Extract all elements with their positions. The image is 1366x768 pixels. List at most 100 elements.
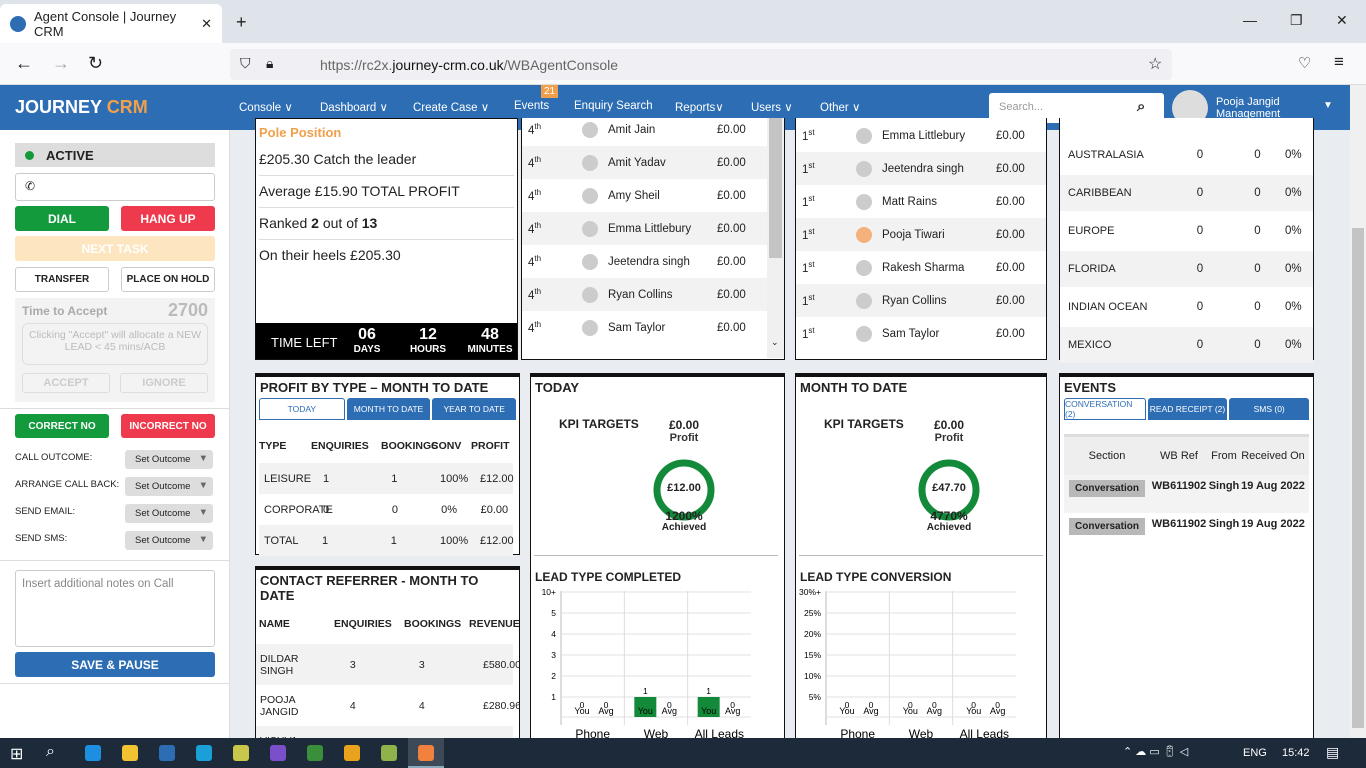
leaderboard-row[interactable]: 4th Jeetendra singh £0.00	[522, 245, 767, 278]
taskbar-app-icon[interactable]	[344, 745, 360, 761]
ignore-button[interactable]: IGNORE	[120, 373, 208, 393]
tab-2[interactable]: YEAR TO DATE	[432, 398, 517, 420]
rank: 1st	[802, 161, 815, 176]
user-info[interactable]: Pooja Jangid Management	[1216, 96, 1280, 120]
tray-icons[interactable]: ⌃ ☁ ▭ 🔋︎ ◁	[1123, 745, 1188, 758]
nav-item-6[interactable]: Users ∨	[751, 100, 793, 114]
nav-item-0[interactable]: Console ∨	[239, 100, 293, 114]
notifications-icon[interactable]: ▤	[1326, 744, 1339, 761]
received-on: 19 Aug 2022	[1241, 518, 1305, 530]
agent-name: Ryan Collins	[608, 288, 673, 301]
forward-icon[interactable]: →	[52, 53, 70, 74]
accept-button[interactable]: ACCEPT	[22, 373, 110, 393]
set-outcome-dropdown[interactable]: Set Outcome ▼	[125, 504, 213, 523]
back-icon[interactable]: ←	[15, 53, 33, 74]
close-window-icon[interactable]: ✕	[1336, 12, 1348, 29]
dial-button[interactable]: DIAL	[15, 206, 109, 231]
events-tab-2[interactable]: SMS (0)	[1229, 398, 1310, 420]
minimize-icon[interactable]: —	[1243, 12, 1257, 28]
taskbar-app-icon[interactable]	[196, 745, 212, 761]
leaderboard-row[interactable]: 4th Amit Yadav £0.00	[522, 146, 767, 179]
lock-icon[interactable]: 🔒︎	[266, 55, 273, 72]
nav-item-3[interactable]: Events	[514, 100, 549, 112]
leaderboard-row[interactable]: 1st Jeetendra singh £0.00	[796, 152, 1046, 185]
nav-item-7[interactable]: Other ∨	[820, 100, 860, 114]
reload-icon[interactable]: ↻	[88, 53, 103, 74]
tab-0[interactable]: TODAY	[259, 398, 345, 420]
leaderboard-scrollbar[interactable]: ⌄	[767, 118, 784, 358]
search-icon[interactable]: ⌕	[46, 743, 55, 761]
set-outcome-dropdown[interactable]: Set Outcome ▼	[125, 477, 213, 496]
tab-1[interactable]: MONTH TO DATE	[346, 398, 431, 420]
leaderboard-row[interactable]: 4th Sam Taylor £0.00	[522, 311, 767, 344]
leaderboard-row[interactable]: 1st Sam Taylor £0.00	[796, 317, 1046, 350]
leaderboard-row[interactable]: 1st Ryan Collins £0.00	[796, 284, 1046, 317]
events-tab-1[interactable]: READ RECEIPT (2)	[1147, 398, 1228, 420]
call-notes-textarea[interactable]: Insert additional notes on Call	[15, 570, 215, 647]
set-outcome-dropdown[interactable]: Set Outcome ▼	[125, 531, 213, 550]
incorrect-number-button[interactable]: INCORRECT NO	[121, 414, 215, 438]
url-bar[interactable]: https://rc2x. journey-crm.co.uk/WBAgentCo…	[230, 49, 1172, 80]
y-tick-label: 30%+	[799, 587, 821, 597]
rank: 4th	[528, 188, 542, 203]
nav-item-2[interactable]: Create Case ∨	[413, 100, 489, 114]
user-dropdown-icon[interactable]: ▼	[1323, 100, 1333, 111]
logo[interactable]: JOURNEY CRM	[15, 97, 148, 118]
taskbar-app-icon[interactable]	[233, 745, 249, 761]
leaderboard-row[interactable]: 4th Ryan Collins £0.00	[522, 278, 767, 311]
accept-panel: Time to Accept 2700 Clicking "Accept" wi…	[15, 298, 215, 402]
taskbar-app-icon[interactable]	[85, 745, 101, 761]
leaderboard-row[interactable]: 1st Emma Littlebury £0.00	[796, 119, 1046, 152]
taskbar-app-icon[interactable]	[159, 745, 175, 761]
new-tab-button[interactable]: +	[236, 12, 247, 33]
leaderboard-row[interactable]: 4th Amit Jain £0.00	[522, 118, 767, 146]
status-dot-icon	[25, 150, 34, 160]
dropdown-arrow-icon: ▼	[198, 507, 208, 518]
event-row[interactable]: Conversation WB611902 Singh 19 Aug 2022	[1064, 475, 1309, 513]
bookmark-star-icon[interactable]: ☆	[1148, 54, 1162, 74]
nav-item-5[interactable]: Reports∨	[675, 100, 724, 114]
set-outcome-dropdown[interactable]: Set Outcome ▼	[125, 450, 213, 469]
language-indicator[interactable]: ENG	[1243, 747, 1267, 759]
close-tab-icon[interactable]: ✕	[201, 16, 212, 32]
pocket-icon[interactable]: ♡	[1298, 54, 1311, 72]
agent-name: Ryan Collins	[882, 294, 947, 307]
taskbar-app-icon[interactable]	[122, 745, 138, 761]
dropdown-value: Set Outcome	[135, 481, 191, 492]
browser-tab[interactable]: Agent Console | Journey CRM ✕	[0, 4, 222, 43]
nav-item-1[interactable]: Dashboard ∨	[320, 100, 388, 114]
conversation-button[interactable]: Conversation	[1069, 518, 1145, 535]
clock[interactable]: 15:42	[1282, 747, 1310, 759]
leaderboard-row[interactable]: 1st Matt Rains £0.00	[796, 185, 1046, 218]
series-label: You	[839, 706, 854, 716]
shield-icon[interactable]: ⛉	[240, 55, 251, 72]
leaderboard-row[interactable]: 1st Pooja Tiwari £0.00	[796, 218, 1046, 251]
place-on-hold-button[interactable]: PLACE ON HOLD	[121, 267, 215, 292]
column-header: TYPE	[259, 440, 287, 452]
nav-item-4[interactable]: Enquiry Search	[574, 100, 653, 112]
phone-input[interactable]: ✆	[15, 173, 215, 201]
menu-icon[interactable]: ≡	[1334, 52, 1344, 72]
save-and-pause-button[interactable]: SAVE & PAUSE	[15, 652, 215, 677]
taskbar-app-icon[interactable]	[270, 745, 286, 761]
leaderboard-row[interactable]: 1st Rakesh Sharma £0.00	[796, 251, 1046, 284]
correct-number-button[interactable]: CORRECT NO	[15, 414, 109, 438]
windows-start-icon[interactable]: ⊞	[10, 744, 23, 764]
scroll-down-icon[interactable]: ⌄	[771, 337, 779, 348]
leaderboard-row[interactable]: 4th Amy Sheil £0.00	[522, 179, 767, 212]
conversation-button[interactable]: Conversation	[1069, 480, 1145, 497]
maximize-icon[interactable]: ❐	[1290, 12, 1303, 29]
pole-position-panel: Pole Position £205.30 Catch the leader A…	[255, 118, 518, 360]
dropdown-arrow-icon: ▼	[198, 453, 208, 464]
next-task-button[interactable]: NEXT TASK	[15, 236, 215, 261]
wb-ref: WB611902	[1151, 480, 1207, 492]
events-tab-0[interactable]: CONVERSATION (2)	[1064, 398, 1146, 420]
taskbar-app-icon[interactable]	[381, 745, 397, 761]
hang-up-button[interactable]: HANG UP	[121, 206, 215, 231]
search-icon[interactable]: ⌕	[1137, 98, 1145, 115]
taskbar-app-icon[interactable]	[307, 745, 323, 761]
event-row[interactable]: Conversation WB611902 Singh 19 Aug 2022	[1064, 513, 1309, 551]
page-scrollbar[interactable]	[1350, 85, 1366, 738]
leaderboard-row[interactable]: 4th Emma Littlebury £0.00	[522, 212, 767, 245]
transfer-button[interactable]: TRANSFER	[15, 267, 109, 292]
